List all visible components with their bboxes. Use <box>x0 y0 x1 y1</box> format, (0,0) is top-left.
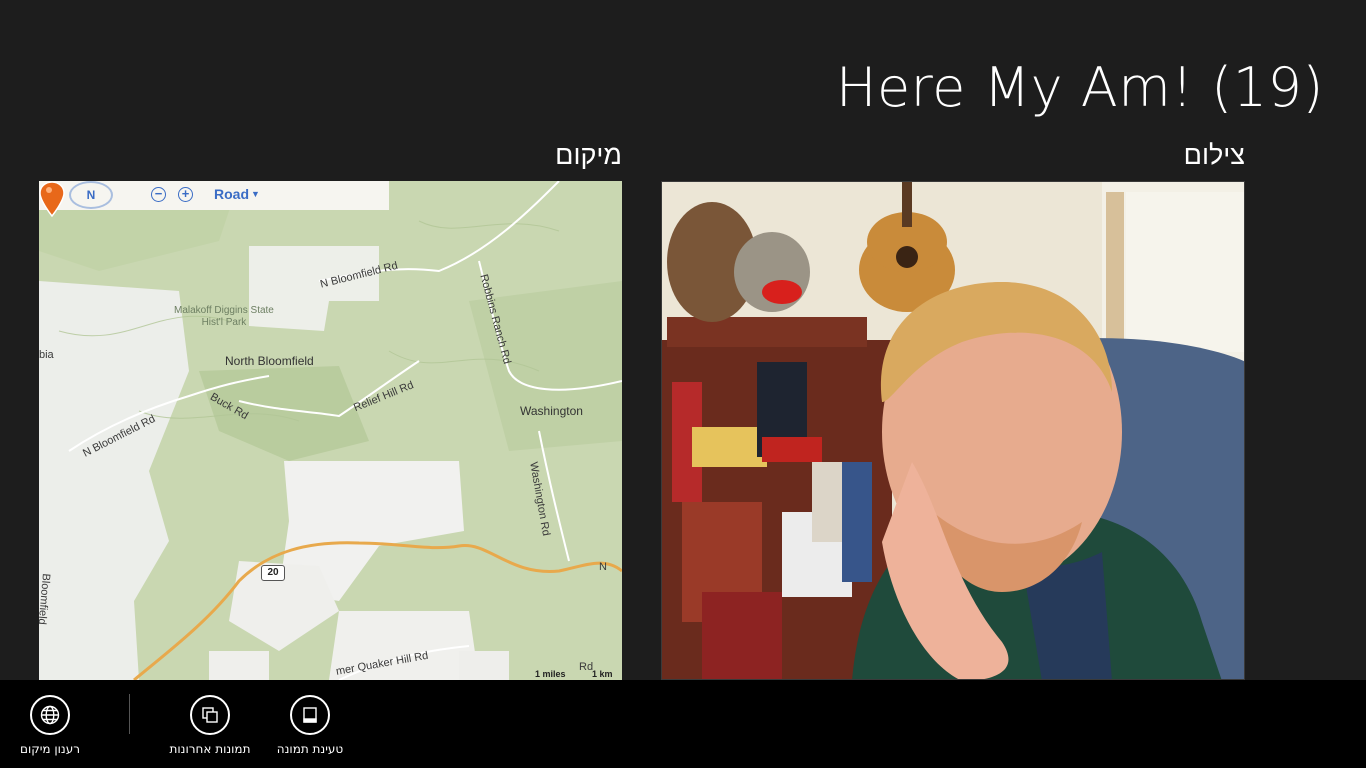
captured-photo[interactable] <box>661 181 1245 680</box>
map-control-bar: N − + Road ▼ <box>39 181 389 210</box>
photo-image <box>662 182 1244 679</box>
picture-frame-icon <box>290 695 330 735</box>
map-label: bia <box>39 349 54 361</box>
zoom-in-button[interactable]: + <box>178 187 193 202</box>
refresh-location-label: רענון מיקום <box>19 742 81 756</box>
capture-heading: צילום <box>1183 140 1245 171</box>
load-picture-button[interactable]: טעינת תמונה <box>255 695 365 756</box>
compass-icon[interactable]: N <box>69 181 113 209</box>
location-heading: מיקום <box>555 140 622 171</box>
recent-pictures-label: תמונות אחרונות <box>169 742 251 756</box>
scale-km: 1 km <box>592 669 613 679</box>
map-label: Rd <box>579 661 594 673</box>
globe-icon <box>30 695 70 735</box>
map-style-label: Road <box>214 186 249 202</box>
map-label-park: Malakoff Diggins State Hist'l Park <box>174 305 274 329</box>
park-name-line1: Malakoff Diggins State <box>174 305 274 316</box>
highway-shield: 20 <box>261 565 285 581</box>
location-pin-icon[interactable] <box>39 181 65 217</box>
page-title: Here My Am! (19) <box>835 56 1324 119</box>
chevron-down-icon: ▼ <box>251 189 260 199</box>
copy-pictures-icon <box>190 695 230 735</box>
scale-miles: 1 miles <box>535 669 566 679</box>
recent-pictures-button[interactable]: תמונות אחרונות <box>155 695 265 756</box>
refresh-location-button[interactable]: רענון מיקום <box>0 695 105 756</box>
zoom-out-button[interactable]: − <box>151 187 166 202</box>
location-map[interactable]: N − + Road ▼ N Bloomfield Rd Malakoff Dig… <box>39 181 622 680</box>
map-label: N <box>599 561 607 573</box>
load-picture-label: טעינת תמונה <box>276 742 344 756</box>
map-label-town: Washington <box>520 404 583 418</box>
app-bar: רענון מיקום תמונות אחרונות טעינת תמונה <box>0 680 1366 768</box>
park-name-line2: Hist'l Park <box>201 317 247 328</box>
map-label-town: North Bloomfield <box>225 354 314 368</box>
map-style-dropdown[interactable]: Road ▼ <box>214 186 260 202</box>
app-bar-divider <box>129 694 130 734</box>
